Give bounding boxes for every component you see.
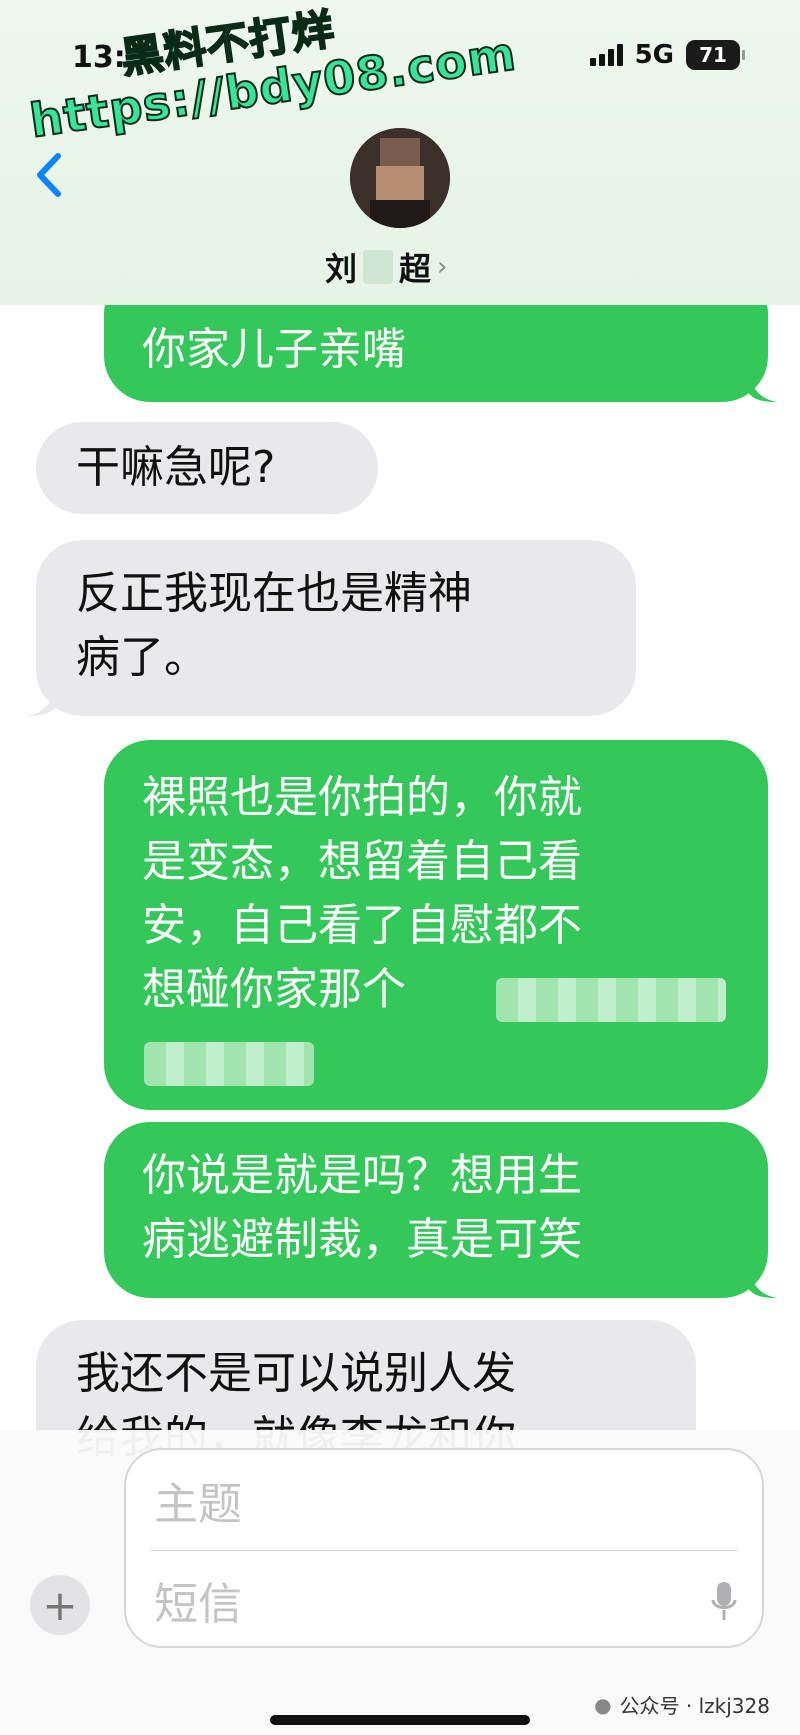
subject-field[interactable]: 主题 [154, 1468, 242, 1532]
signal-icon [589, 44, 623, 66]
message-text: 你说是就是吗？想用生 病逃避制裁，真是可笑 [142, 1150, 582, 1265]
message-bubble-received[interactable]: 反正我现在也是精神 病了。 [26, 540, 636, 716]
bubble-tail [26, 686, 56, 716]
compose-box[interactable]: 主题 短信 [124, 1448, 764, 1648]
status-bar-right: 5G 71 [589, 40, 745, 70]
name-redaction [363, 250, 394, 284]
bubble-tail [748, 372, 778, 402]
message-input[interactable]: 短信 [154, 1568, 242, 1632]
message-bubble-received[interactable]: 干嘛急呢? [36, 422, 378, 514]
add-attachment-button[interactable]: + [30, 1575, 90, 1635]
source-credit: ● 公众号 · lzkj328 [594, 1690, 770, 1719]
message-text: 干嘛急呢? [76, 442, 276, 493]
status-time: 13: [72, 40, 126, 75]
battery-icon: 71 [686, 40, 745, 70]
contact-name-first: 刘 [325, 250, 358, 288]
message-text: 反正我现在也是精神 病了。 [76, 568, 472, 683]
microphone-icon[interactable] [710, 1580, 738, 1624]
network-label: 5G [634, 40, 674, 70]
wechat-icon: ● [594, 1692, 612, 1717]
message-redaction [144, 1042, 314, 1086]
bubble-tail [748, 1268, 778, 1298]
home-indicator[interactable] [270, 1715, 530, 1725]
message-bubble-sent[interactable]: 裸照也是你拍的，你就 是变态，想留着自己看 安，自己看了自慰都不 想碰你家那个 [104, 740, 768, 1110]
message-redaction [496, 978, 726, 1022]
conversation-header: 13: 5G 71 黑料不打烊 https://bdy08.com 刘 超 › [0, 0, 800, 305]
contact-name-button[interactable]: 刘 超 › [325, 244, 447, 290]
message-bubble-sent[interactable]: 你说是就是吗？想用生 病逃避制裁，真是可笑 [104, 1122, 778, 1298]
avatar[interactable] [350, 128, 450, 228]
compose-divider [150, 1550, 738, 1551]
battery-level: 71 [699, 43, 727, 67]
credit-text: 公众号 · lzkj328 [619, 1694, 770, 1718]
chevron-right-icon: › [437, 252, 448, 282]
message-text: 你家儿子亲嘴 [142, 324, 406, 375]
back-chevron-icon[interactable] [30, 150, 70, 200]
contact-name-last: 超 [399, 250, 432, 288]
